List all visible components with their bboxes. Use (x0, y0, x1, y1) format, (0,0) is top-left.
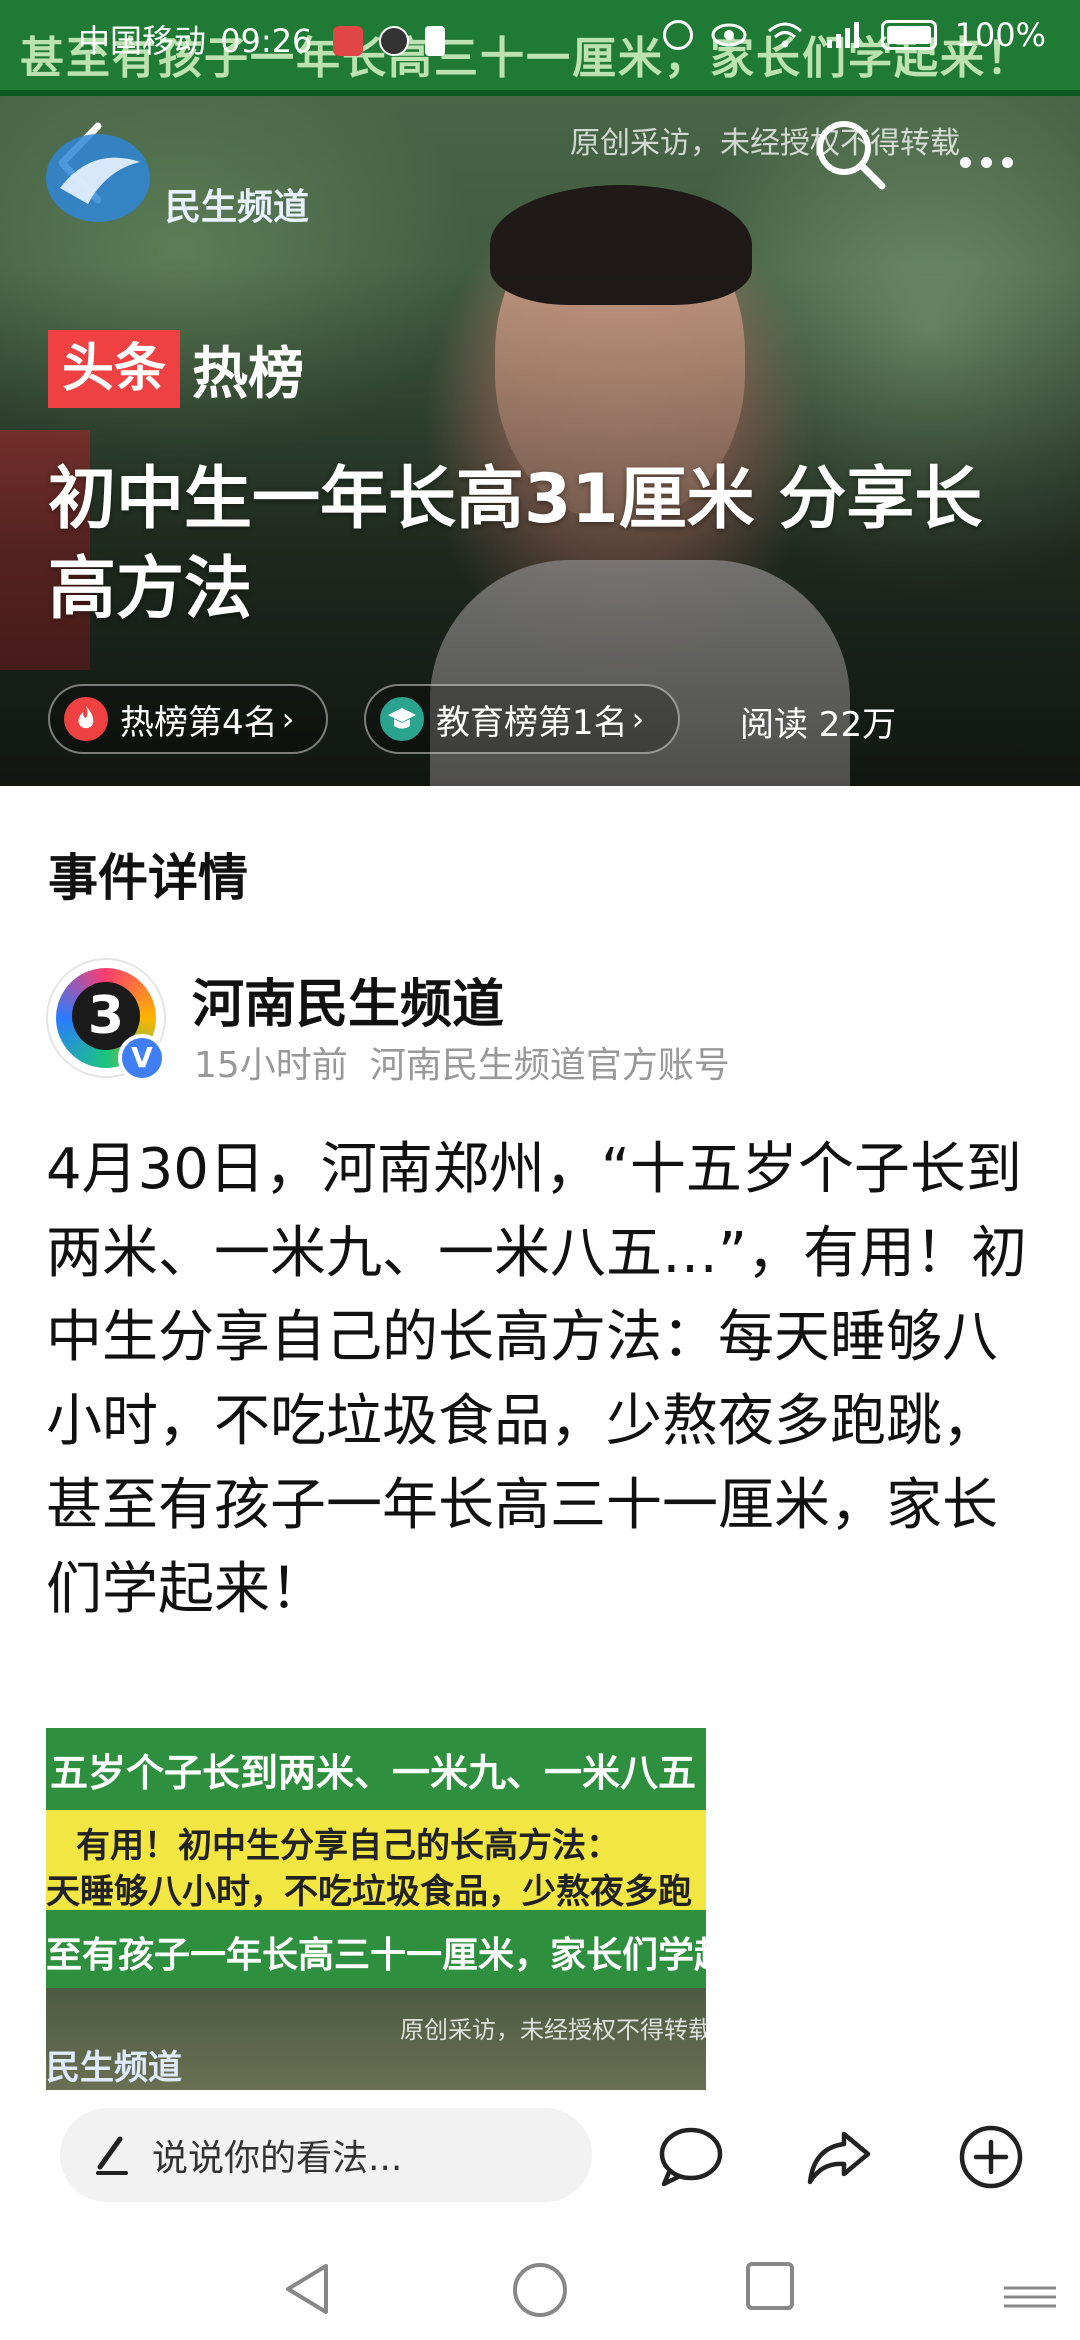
hot-rank-label: 热榜第4名 (120, 702, 278, 743)
eye-icon (711, 23, 747, 47)
read-count: 阅读 22万 (740, 705, 897, 745)
search-icon[interactable] (810, 114, 890, 194)
image-caption-line: 至有孩子一年长高三十一厘米，家长们学起来 (46, 1935, 706, 1976)
education-rank-label: 教育榜第1名 (436, 702, 628, 743)
system-nav-bar (0, 2240, 1080, 2340)
chevron-right-icon: › (631, 700, 645, 738)
nfc-icon (662, 20, 693, 50)
notification-icon (332, 26, 363, 56)
nav-back-icon[interactable] (280, 2260, 336, 2318)
image-channel-logo: 民生频道 (46, 2048, 182, 2088)
more-options-icon[interactable] (960, 140, 1030, 170)
nav-recent-apps-icon[interactable] (744, 2260, 796, 2312)
education-icon (380, 697, 424, 741)
wifi-icon (767, 22, 802, 48)
post-time: 15小时前 (194, 1045, 348, 1086)
comment-icon[interactable] (658, 2124, 724, 2190)
battery-level: 100% (954, 16, 1046, 54)
comment-placeholder: 说说你的看法... (152, 2138, 403, 2179)
share-icon[interactable] (806, 2124, 872, 2190)
status-bar: 中国移动 09:26 100% (0, 0, 1080, 72)
signal-icon (826, 22, 859, 48)
page-title: 初中生一年长高31厘米 分享长高方法 (48, 460, 983, 629)
notification-icon (424, 26, 445, 56)
pen-icon (96, 2136, 128, 2175)
channel-logo-icon (46, 134, 150, 222)
image-caption-line: 天睡够八小时，不吃垃圾食品，少熬夜多跑 (46, 1872, 692, 1912)
video-watermark: 原创采访，未经授权不得转载 (570, 126, 960, 161)
hot-list-label: 热榜 (192, 341, 305, 407)
article-text: 4月30日，河南郑州，“十五岁个子长到两米、一米九、一米八五…”，有用！初中生分… (46, 1137, 1028, 1622)
fire-icon (64, 697, 108, 741)
battery-icon (880, 20, 937, 50)
author-name[interactable]: 河南民生频道 (192, 962, 504, 1037)
hot-rank-chip[interactable]: 热榜第4名 › (48, 684, 328, 754)
comment-input[interactable]: 说说你的看法... (60, 2108, 592, 2202)
clock: 09:26 (220, 22, 313, 60)
image-watermark: 原创采访，未经授权不得转载 (400, 2016, 706, 2044)
notification-icon (378, 26, 409, 56)
author-meta: 15小时前 河南民生频道官方账号 (194, 1036, 730, 1088)
image-caption-line: 有用！初中生分享自己的长高方法： (76, 1826, 620, 1866)
add-icon[interactable] (958, 2124, 1024, 2190)
carrier-label: 中国移动 (78, 22, 207, 60)
channel-logo-text: 民生频道 (165, 187, 310, 228)
nav-home-icon[interactable] (510, 2260, 570, 2320)
section-title: 事件详情 (48, 849, 248, 907)
hero-banner: 甚至有孩子一年长高三十一厘米，家长们学起来！ 中国移动 09:26 100% 民… (0, 0, 1080, 786)
article-image[interactable]: 五岁个子长到两米、一米九、一米八五 有用！初中生分享自己的长高方法： 天睡够八小… (46, 1728, 706, 2090)
toutiao-hot-tag: 头条 热榜 (48, 330, 304, 408)
toutiao-brand-label: 头条 (48, 330, 181, 408)
image-caption-line: 五岁个子长到两米、一米九、一米八五 (50, 1751, 697, 1795)
nav-menu-icon[interactable] (1000, 2284, 1060, 2310)
verified-badge-icon: V (118, 1034, 166, 1082)
education-rank-chip[interactable]: 教育榜第1名 › (364, 684, 680, 754)
chevron-right-icon: › (281, 700, 295, 738)
author-description: 河南民生频道官方账号 (369, 1045, 730, 1086)
